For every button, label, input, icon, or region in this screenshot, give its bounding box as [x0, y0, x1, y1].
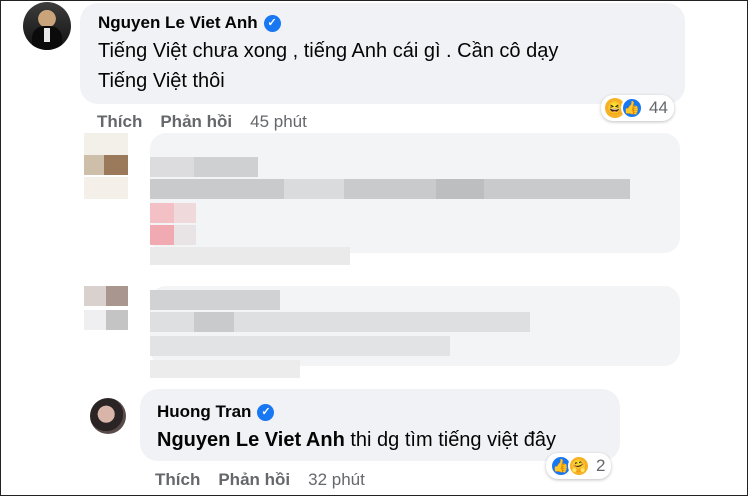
verified-badge-icon: ✓ — [257, 403, 275, 421]
pixelated-comment-1 — [84, 133, 684, 268]
comment-text: Tiếng Việt chưa xong , tiếng Anh cái gì … — [98, 36, 658, 96]
like-reaction-icon: 👍 — [621, 97, 643, 119]
reply-action-button[interactable]: Phản hồi — [218, 470, 290, 490]
comment-text-body: thi dg tìm tiếng việt đây — [350, 429, 557, 451]
comment-text-line: Tiếng Việt chưa xong , tiếng Anh cái gì … — [98, 40, 559, 62]
comment-author[interactable]: Nguyen Le Viet Anh ✓ — [98, 13, 281, 33]
mention-link[interactable]: Nguyen Le Viet Anh — [157, 429, 345, 451]
avatar-shirt — [44, 28, 50, 42]
comment-actions: Thích Phản hồi 45 phút — [97, 112, 307, 132]
like-action-button[interactable]: Thích — [97, 112, 142, 132]
avatar[interactable] — [23, 2, 71, 50]
comment-text-line: Tiếng Việt thôi — [98, 70, 225, 92]
verified-badge-icon: ✓ — [263, 14, 281, 32]
care-reaction-icon: 🤗 — [568, 455, 590, 477]
comment-timestamp[interactable]: 45 phút — [250, 112, 307, 132]
reply-action-button[interactable]: Phản hồi — [160, 112, 232, 132]
author-name[interactable]: Huong Tran — [157, 402, 251, 422]
comment-author[interactable]: Huong Tran ✓ — [157, 402, 275, 422]
comment-timestamp[interactable]: 32 phút — [308, 470, 365, 490]
author-name[interactable]: Nguyen Le Viet Anh — [98, 13, 258, 33]
pixelated-comment-2 — [84, 286, 684, 382]
reaction-count: 2 — [596, 456, 606, 475]
comment-actions: Thích Phản hồi 32 phút — [155, 470, 365, 490]
reaction-count: 44 — [649, 98, 668, 117]
reaction-summary[interactable]: 👍 🤗 2 — [546, 453, 612, 479]
like-action-button[interactable]: Thích — [155, 470, 200, 490]
avatar[interactable] — [90, 398, 126, 434]
comment-text: Nguyen Le Viet Anh thi dg tìm tiếng việt… — [157, 425, 556, 455]
reaction-summary[interactable]: 😆 👍 44 — [601, 95, 674, 121]
